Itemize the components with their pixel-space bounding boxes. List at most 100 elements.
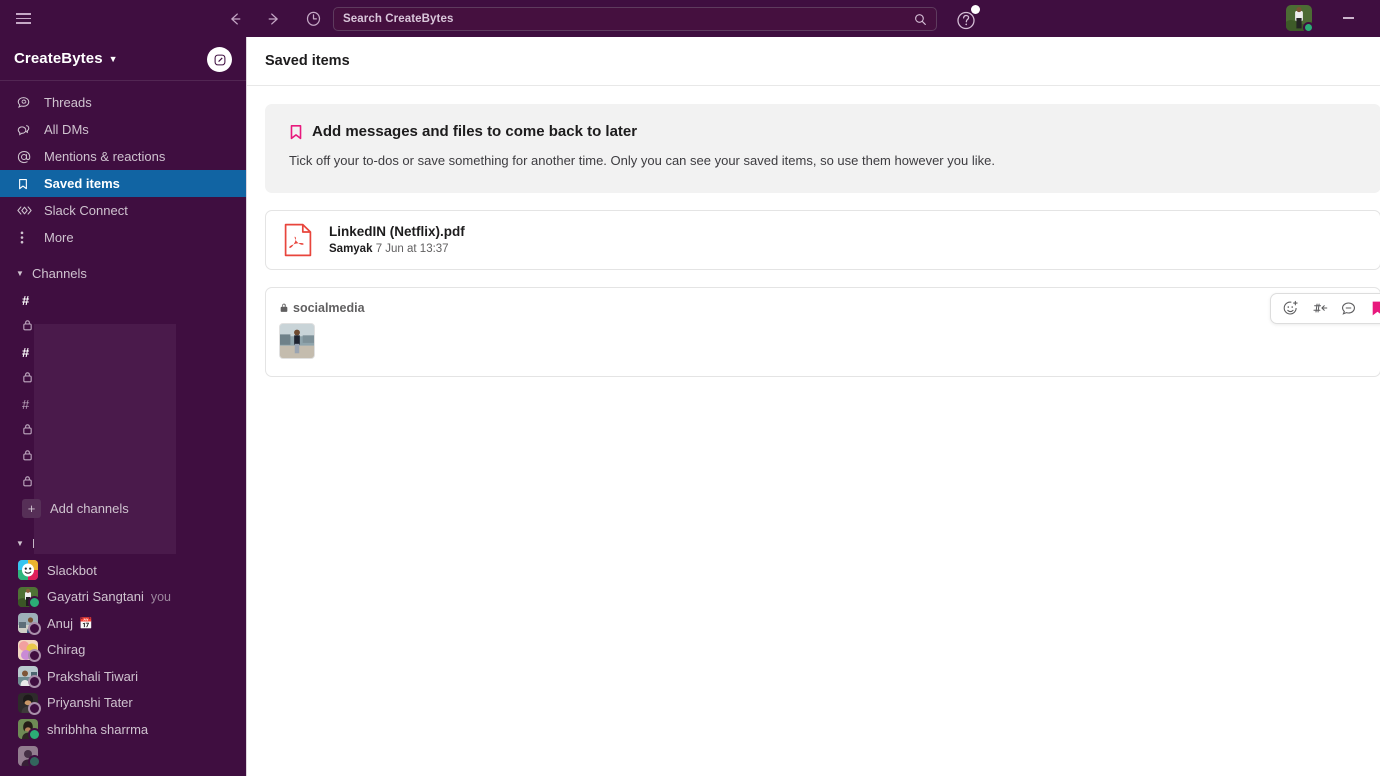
pdf-file-icon (283, 223, 313, 257)
file-info: LinkedIN (Netflix).pdf Samyak 7 Jun at 1… (329, 224, 465, 255)
dm-item-shribhha-sharrma[interactable]: shribhha sharrma (0, 716, 246, 743)
bookmark-filled-icon[interactable] (1365, 296, 1380, 321)
saved-file-item[interactable]: LinkedIN (Netflix).pdf Samyak 7 Jun at 1… (265, 209, 1380, 270)
sidebar-item-saved-items[interactable]: Saved items (0, 170, 246, 197)
emoji-add-icon[interactable] (1278, 296, 1303, 321)
arrow-left-icon[interactable] (222, 6, 248, 32)
channel-item[interactable]: # (0, 287, 246, 313)
image-thumbnail[interactable] (279, 322, 315, 359)
sidebar-item-label: Slack Connect (44, 203, 128, 218)
search-icon[interactable] (913, 12, 928, 27)
add-channels-label: Add channels (50, 500, 129, 516)
channels-section-header[interactable]: ▼ Channels (0, 259, 246, 287)
sidebar-item-label: More (44, 230, 74, 245)
chevron-down-icon: ▼ (108, 54, 118, 64)
threads-icon (16, 95, 35, 110)
slack-connect-icon (16, 203, 35, 218)
lock-icon (279, 302, 289, 313)
channel-item[interactable] (0, 417, 246, 443)
file-name: LinkedIN (Netflix).pdf (329, 224, 465, 240)
avatar (18, 719, 41, 742)
workspace-header[interactable]: CreateBytes ▼ (0, 37, 246, 81)
bookmark-icon (289, 124, 303, 140)
sidebar-item-threads[interactable]: Threads (0, 89, 246, 116)
hash-icon: # (22, 396, 30, 412)
workspace-name: CreateBytes (14, 50, 103, 67)
dm-name: Anuj (47, 615, 74, 631)
arrow-right-icon[interactable] (261, 6, 287, 32)
thread-reply-icon[interactable] (1336, 296, 1361, 321)
sidebar-item-label: Saved items (44, 176, 120, 191)
page-title: Saved items (265, 53, 350, 69)
search-placeholder: Search CreateBytes (343, 13, 454, 25)
lock-icon (22, 475, 40, 490)
dm-item-anuj[interactable]: Anuj 📅 (0, 610, 246, 637)
hash-icon: # (22, 292, 30, 308)
dm-name: Gayatri Sangtani (47, 589, 144, 605)
banner-title-row: Add messages and files to come back to l… (289, 123, 1357, 140)
avatar (18, 586, 41, 609)
search-input[interactable]: Search CreateBytes (333, 7, 937, 31)
avatar (18, 666, 41, 689)
dm-section-label: Direct messages (32, 535, 129, 551)
sidebar-item-more[interactable]: More (0, 224, 246, 251)
dm-item-partial[interactable] (0, 743, 246, 770)
saved-message-item[interactable]: socialmedia (265, 286, 1380, 377)
lock-icon (22, 449, 40, 464)
channel-item[interactable] (0, 365, 246, 391)
banner-title: Add messages and files to come back to l… (312, 123, 638, 140)
dm-item-gayatri-sangtani[interactable]: Gayatri Sangtani you (0, 584, 246, 611)
avatar (18, 560, 38, 581)
dm-name: Priyanshi Tater (47, 695, 133, 711)
sidebar-item-label: All DMs (44, 122, 89, 137)
history-nav-cluster (222, 0, 326, 37)
forward-icon[interactable] (1307, 296, 1332, 321)
dm-you-label: you (150, 589, 171, 604)
sidebar-item-slack-connect[interactable]: Slack Connect (0, 197, 246, 224)
lock-icon (22, 423, 40, 438)
help-notification-badge (971, 5, 980, 14)
banner-subtitle: Tick off your to-dos or save something f… (289, 153, 995, 168)
presence-indicator (28, 754, 41, 768)
dms-icon (16, 122, 35, 137)
main-header: Saved items (247, 37, 1380, 86)
sidebar: CreateBytes ▼ Threads All DMs Mentions &… (0, 37, 246, 776)
hamburger-icon[interactable] (8, 4, 38, 34)
more-vertical-icon (16, 230, 35, 245)
dm-item-chirag[interactable]: Chirag (0, 637, 246, 664)
dm-item-slackbot[interactable]: Slackbot (0, 557, 246, 584)
presence-indicator (28, 595, 41, 609)
presence-indicator (28, 648, 41, 662)
dm-name: Prakshali Tiwari (47, 668, 139, 684)
sidebar-item-label: Threads (44, 95, 92, 110)
channel-item[interactable] (0, 469, 246, 495)
bookmark-icon (16, 177, 35, 191)
channel-item[interactable]: # (0, 391, 246, 417)
lock-icon (22, 319, 40, 334)
compose-icon[interactable] (207, 47, 232, 72)
avatar (18, 745, 41, 768)
saved-items-list: Add messages and files to come back to l… (247, 86, 1380, 377)
dm-name: shribhha sharrma (47, 721, 149, 737)
chevron-down-icon: ▼ (16, 538, 24, 548)
channel-item[interactable]: # (0, 339, 246, 365)
channel-item[interactable] (0, 313, 246, 339)
sidebar-item-mentions[interactable]: Mentions & reactions (0, 143, 246, 170)
sidebar-item-all-dms[interactable]: All DMs (0, 116, 246, 143)
dm-section-header[interactable]: ▼ Direct messages (0, 529, 246, 557)
sidebar-item-label: Mentions & reactions (44, 149, 166, 164)
top-bar: Search CreateBytes (0, 0, 1380, 37)
message-channel[interactable]: socialmedia (279, 301, 1380, 315)
dm-item-prakshali-tiwari[interactable]: Prakshali Tiwari (0, 663, 246, 690)
minimize-button[interactable] (1334, 4, 1362, 32)
clock-icon[interactable] (300, 6, 326, 32)
add-channels-button[interactable]: + Add channels (0, 495, 246, 521)
sidebar-nav: Threads All DMs Mentions & reactions Sav… (0, 81, 246, 251)
dm-name: Chirag (47, 642, 86, 658)
status-emoji: 📅 (79, 617, 93, 630)
message-hover-toolbar (1270, 292, 1380, 324)
plus-icon: + (22, 498, 41, 518)
dm-item-priyanshi-tater[interactable]: Priyanshi Tater (0, 690, 246, 717)
file-meta: Samyak 7 Jun at 13:37 (329, 243, 465, 255)
channel-item[interactable] (0, 443, 246, 469)
